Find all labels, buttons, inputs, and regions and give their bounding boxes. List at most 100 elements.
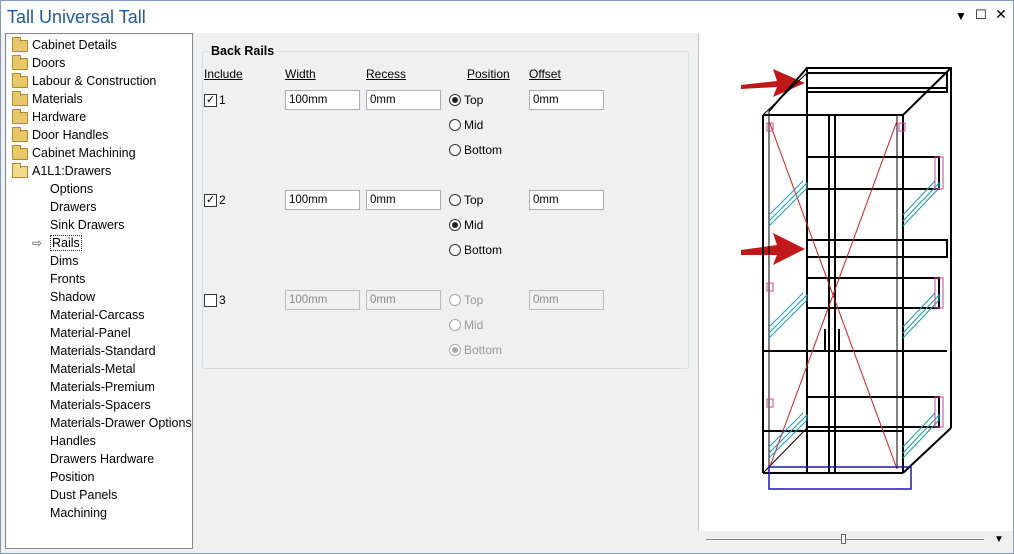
tree-child-label: Material-Carcass bbox=[50, 308, 145, 322]
include-checkbox[interactable] bbox=[204, 294, 217, 307]
position-top-label: Top bbox=[464, 293, 484, 307]
tree-child-label: Drawers Hardware bbox=[50, 452, 155, 466]
title-bar: Tall Universal Tall ▼ ☐ ✕ bbox=[1, 1, 1013, 33]
width-field[interactable]: 100mm bbox=[285, 290, 360, 310]
tree-child-item[interactable]: Position bbox=[50, 468, 94, 486]
offset-field[interactable]: 0mm bbox=[529, 290, 604, 310]
tree-child-item[interactable]: Material-Panel bbox=[50, 324, 131, 342]
position-mid-label: Mid bbox=[464, 218, 484, 232]
tree-child-item[interactable]: Options bbox=[50, 180, 93, 198]
tree-child-item[interactable]: Materials-Standard bbox=[50, 342, 156, 360]
recess-header: Recess bbox=[366, 67, 407, 81]
position-mid-radio[interactable] bbox=[449, 119, 461, 131]
position-bottom-radio[interactable] bbox=[449, 144, 461, 156]
mid-rail-arrow bbox=[741, 233, 805, 265]
position-mid-radio[interactable] bbox=[449, 319, 461, 331]
back-rails-title: Back Rails bbox=[209, 44, 277, 58]
folder-icon bbox=[12, 73, 28, 88]
tree-child-item[interactable]: Fronts bbox=[50, 270, 85, 288]
tree-child-label: Materials-Spacers bbox=[50, 398, 151, 412]
recess-field[interactable]: 0mm bbox=[366, 90, 441, 110]
position-bottom-label: Bottom bbox=[464, 343, 503, 357]
recess-field[interactable]: 0mm bbox=[366, 290, 441, 310]
tree-child-item[interactable]: Drawers bbox=[50, 198, 97, 216]
tree-child-label: Materials-Drawer Options bbox=[50, 416, 192, 430]
width-field[interactable]: 100mm bbox=[285, 90, 360, 110]
tree-child-item[interactable]: ⇨ Rails bbox=[32, 234, 82, 252]
tree-child-item[interactable]: Materials-Spacers bbox=[50, 396, 151, 414]
tree-folder-label: Labour & Construction bbox=[32, 74, 157, 88]
position-top-label: Top bbox=[464, 193, 484, 207]
rail-number-label: 1 bbox=[219, 93, 226, 107]
tree-child-item[interactable]: Dims bbox=[50, 252, 78, 270]
zoom-thumb[interactable] bbox=[841, 534, 846, 544]
offset-field[interactable]: 0mm bbox=[529, 90, 604, 110]
position-mid-label: Mid bbox=[464, 118, 484, 132]
app-window: Tall Universal Tall ▼ ☐ ✕ Cabinet Detail… bbox=[0, 0, 1014, 554]
tree-child-item[interactable]: Handles bbox=[50, 432, 96, 450]
tree-child-label: Drawers bbox=[50, 200, 97, 214]
tree-child-item[interactable]: Drawers Hardware bbox=[50, 450, 154, 468]
tree-child-item[interactable]: Materials-Metal bbox=[50, 360, 135, 378]
folder-icon bbox=[12, 145, 28, 160]
tree-child-label: Rails bbox=[50, 235, 82, 251]
close-icon[interactable]: ✕ bbox=[993, 6, 1009, 23]
tree-folder-label: Cabinet Machining bbox=[32, 146, 136, 160]
folder-icon bbox=[12, 91, 28, 106]
width-header: Width bbox=[285, 67, 316, 81]
selected-arrow-icon: ⇨ bbox=[32, 236, 43, 250]
position-top-radio[interactable] bbox=[449, 194, 461, 206]
maximize-icon[interactable]: ☐ bbox=[973, 7, 989, 23]
cabinet-drawing bbox=[741, 67, 952, 490]
folder-icon bbox=[12, 109, 28, 124]
include-checkbox[interactable]: ✓ bbox=[204, 94, 217, 107]
cabinet-preview[interactable] bbox=[698, 33, 1013, 531]
width-field[interactable]: 100mm bbox=[285, 190, 360, 210]
position-top-radio[interactable] bbox=[449, 294, 461, 306]
top-rail-arrow bbox=[741, 69, 805, 97]
tree-child-label: Handles bbox=[50, 434, 96, 448]
position-bottom-radio[interactable] bbox=[449, 344, 461, 356]
tree-child-label: Shadow bbox=[50, 290, 96, 304]
position-bottom-radio[interactable] bbox=[449, 244, 461, 256]
tree-child-label: Material-Panel bbox=[50, 326, 131, 340]
tree-child-item[interactable]: Materials-Premium bbox=[50, 378, 155, 396]
zoom-slider[interactable]: ▼ bbox=[698, 531, 1013, 553]
tree-folder-label: Hardware bbox=[32, 110, 87, 124]
tree-child-item[interactable]: Shadow bbox=[50, 288, 95, 306]
chevron-down-icon[interactable]: ▼ bbox=[994, 534, 1004, 545]
tree-child-item[interactable]: Sink Drawers bbox=[50, 216, 124, 234]
tree-child-label: Materials-Standard bbox=[50, 344, 156, 358]
position-top-radio[interactable] bbox=[449, 94, 461, 106]
back-rails-group bbox=[202, 51, 689, 369]
position-bottom-label: Bottom bbox=[464, 243, 503, 257]
tree-folder-label: Door Handles bbox=[32, 128, 109, 142]
tree-child-label: Dims bbox=[50, 254, 79, 268]
position-header: Position bbox=[467, 67, 510, 81]
tree-child-item[interactable]: Machining bbox=[50, 504, 107, 522]
tree-folder-label: Materials bbox=[32, 92, 83, 106]
navigation-tree[interactable]: Cabinet Details Doors Labour & Constructio… bbox=[5, 33, 193, 549]
tree-child-label: Fronts bbox=[50, 272, 86, 286]
rail-number-label: 3 bbox=[219, 293, 226, 307]
tree-child-label: Dust Panels bbox=[50, 488, 118, 502]
window-title: Tall Universal Tall bbox=[7, 7, 146, 27]
tree-child-item[interactable]: Material-Carcass bbox=[50, 306, 144, 324]
tree-child-item[interactable]: Materials-Drawer Options bbox=[50, 414, 192, 432]
tree-folder-label: Cabinet Details bbox=[32, 38, 117, 52]
tree-child-label: Materials-Metal bbox=[50, 362, 136, 376]
tree-folder-label: A1L1:Drawers bbox=[32, 164, 112, 178]
tree-child-item[interactable]: Dust Panels bbox=[50, 486, 117, 504]
tree-child-label: Sink Drawers bbox=[50, 218, 125, 232]
position-top-label: Top bbox=[464, 93, 484, 107]
folder-icon bbox=[12, 163, 28, 178]
include-header: Include bbox=[204, 67, 243, 81]
include-checkbox[interactable]: ✓ bbox=[204, 194, 217, 207]
folder-icon bbox=[12, 55, 28, 70]
position-mid-radio[interactable] bbox=[449, 219, 461, 231]
position-bottom-label: Bottom bbox=[464, 143, 503, 157]
offset-header: Offset bbox=[529, 67, 561, 81]
offset-field[interactable]: 0mm bbox=[529, 190, 604, 210]
dropdown-icon[interactable]: ▼ bbox=[953, 9, 969, 23]
recess-field[interactable]: 0mm bbox=[366, 190, 441, 210]
